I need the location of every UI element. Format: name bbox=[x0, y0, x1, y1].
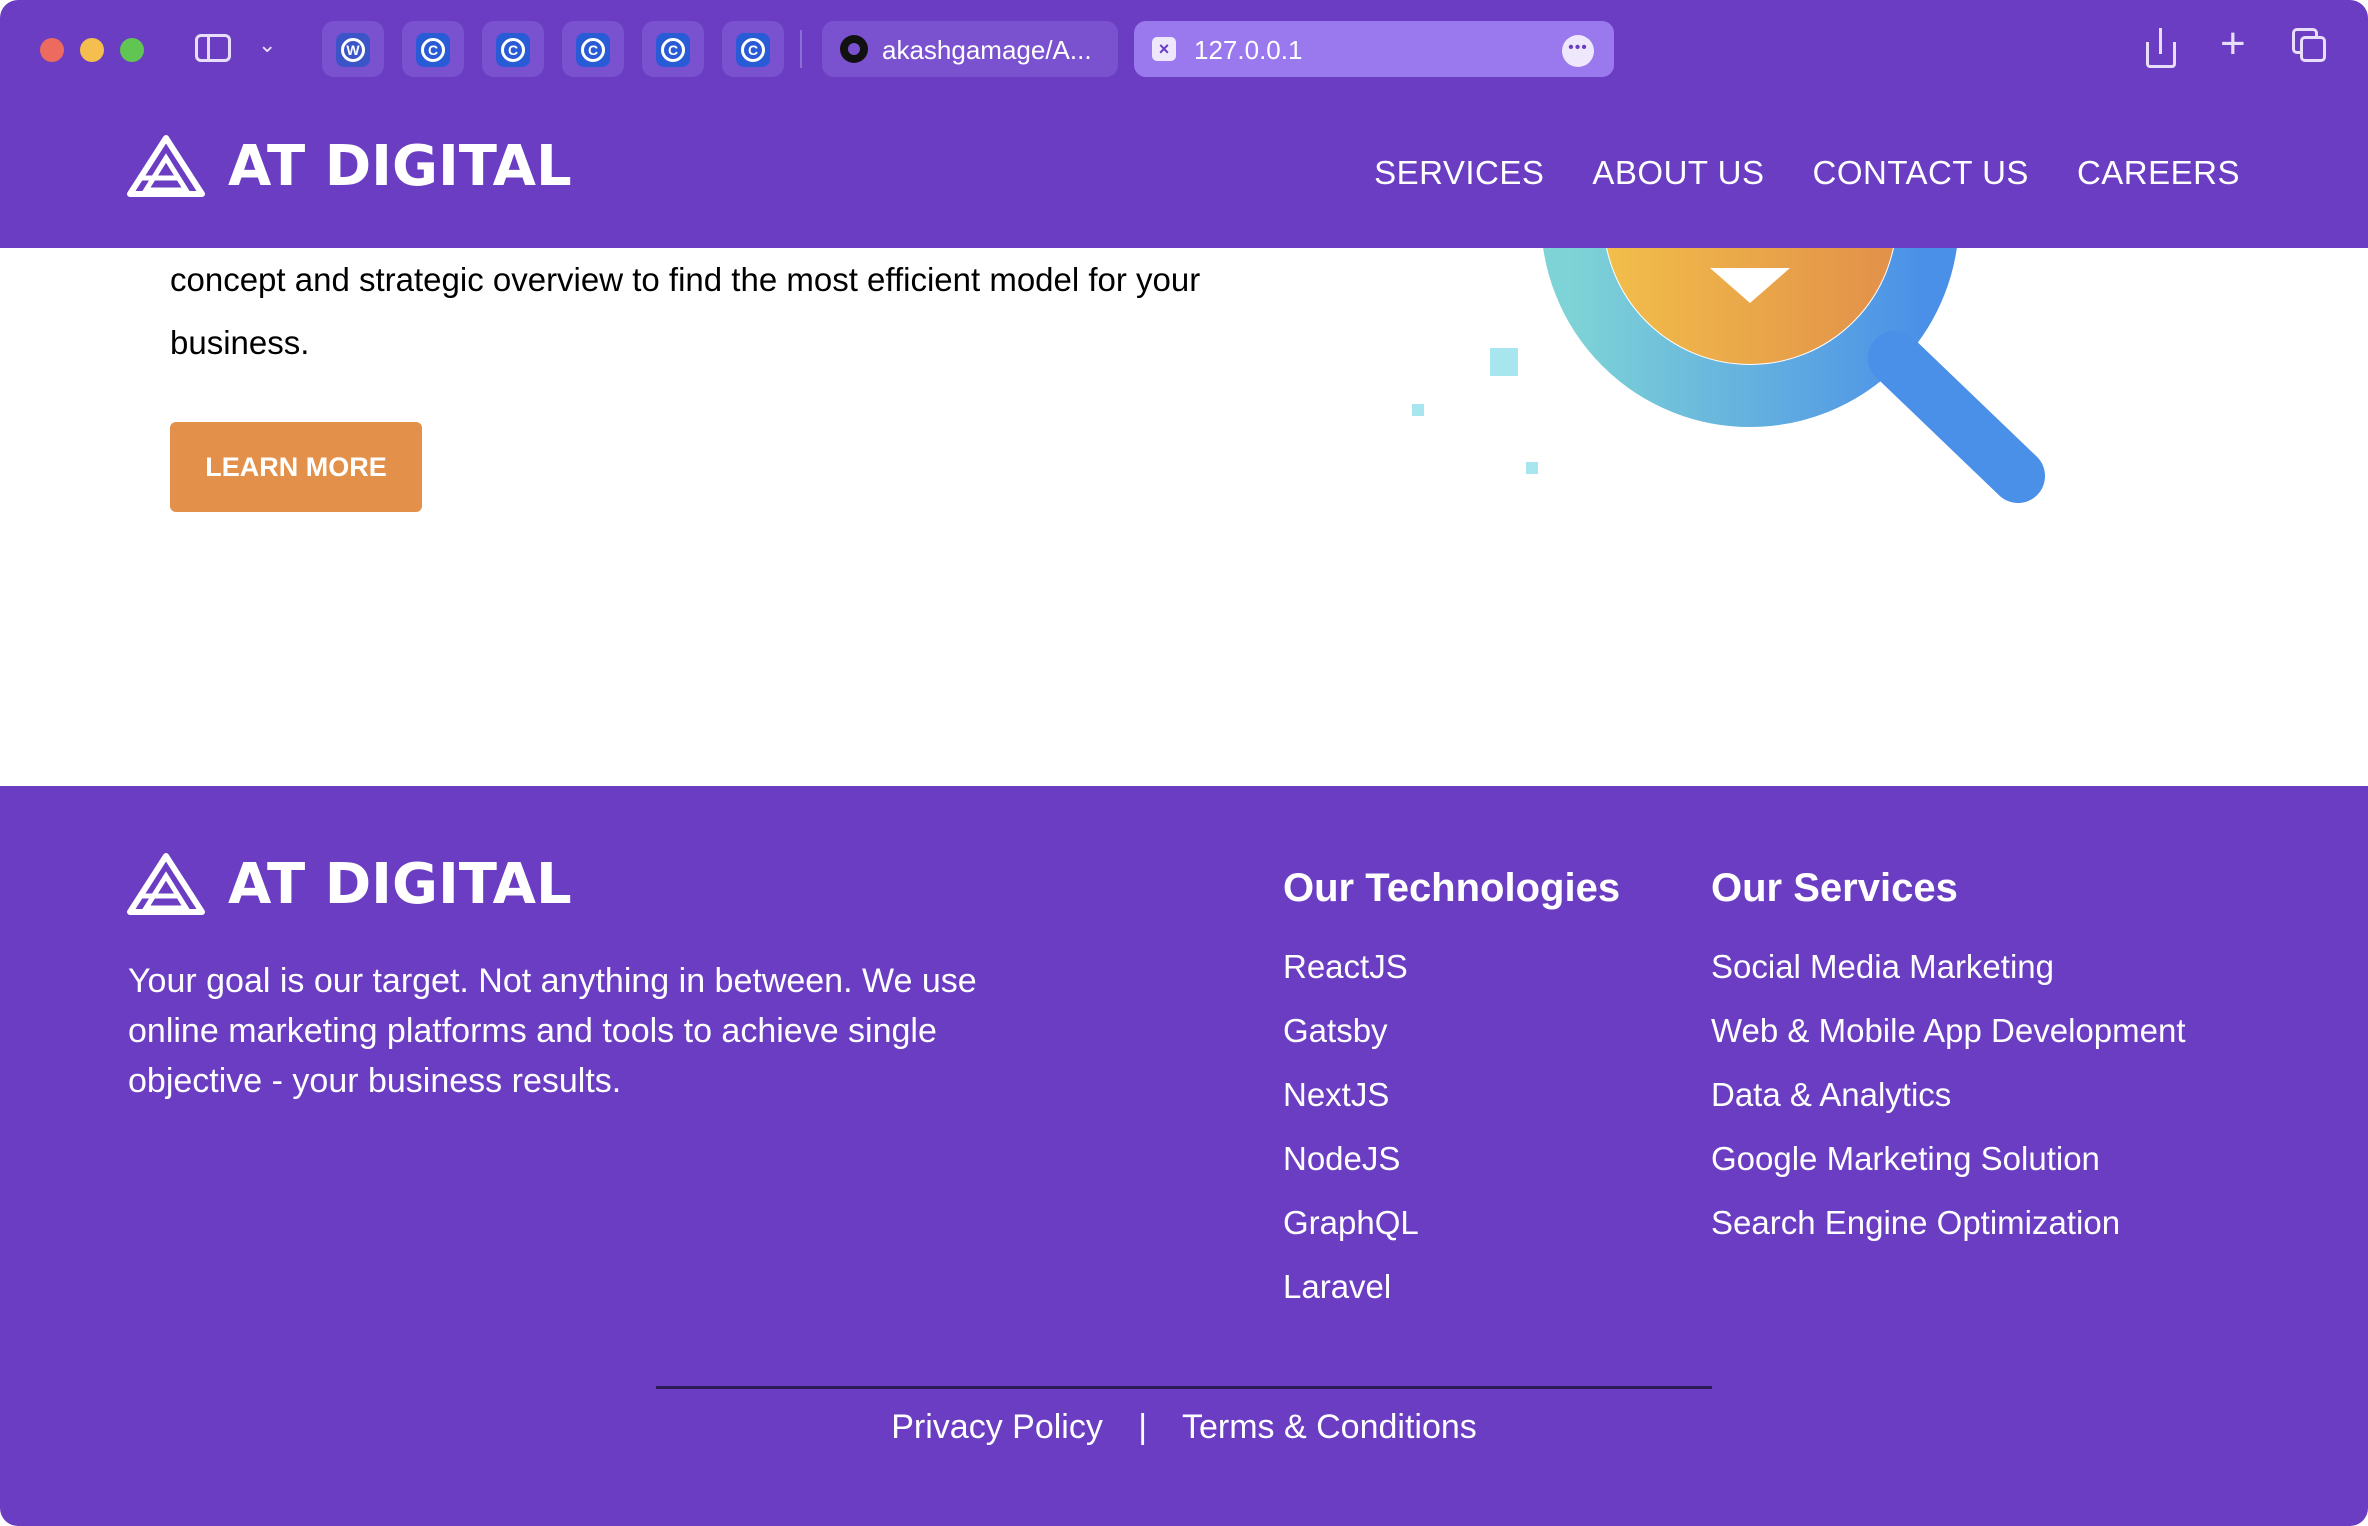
service-link-data-analytics[interactable]: Data & Analytics bbox=[1711, 1063, 2186, 1127]
pinned-tab-3[interactable]: C bbox=[562, 21, 624, 77]
tab-github[interactable]: akashgamage/A... bbox=[822, 21, 1118, 77]
more-options-icon[interactable]: ••• bbox=[1562, 35, 1594, 67]
service-link-seo[interactable]: Search Engine Optimization bbox=[1711, 1191, 2186, 1255]
github-icon bbox=[840, 35, 868, 63]
tab-github-label: akashgamage/A... bbox=[882, 35, 1092, 65]
c-app-icon: C bbox=[736, 33, 770, 67]
share-icon[interactable] bbox=[2146, 28, 2176, 68]
service-link-web-mobile[interactable]: Web & Mobile App Development bbox=[1711, 999, 2186, 1063]
nav-about-us[interactable]: ABOUT US bbox=[1592, 154, 1764, 192]
footer-tagline-line-3: objective - your business results. bbox=[128, 1062, 622, 1100]
magnifier-illustration bbox=[1412, 248, 2045, 503]
close-window-button[interactable] bbox=[40, 38, 64, 62]
technologies-column: Our Technologies ReactJS Gatsby NextJS N… bbox=[1283, 866, 1620, 1319]
pinned-tab-4[interactable]: C bbox=[642, 21, 704, 77]
at-digital-logo-icon bbox=[127, 853, 205, 915]
tech-link-nodejs[interactable]: NodeJS bbox=[1283, 1127, 1620, 1191]
terms-conditions-link[interactable]: Terms & Conditions bbox=[1182, 1408, 1477, 1446]
site-header: AT DIGITAL SERVICES ABOUT US CONTACT US … bbox=[0, 100, 2368, 248]
nav-services[interactable]: SERVICES bbox=[1374, 154, 1544, 192]
footer-logo[interactable]: AT DIGITAL bbox=[126, 851, 572, 917]
pinned-tab-wordpress[interactable]: W bbox=[322, 21, 384, 77]
tab-divider bbox=[800, 30, 802, 68]
technologies-heading: Our Technologies bbox=[1283, 866, 1621, 910]
minimize-window-button[interactable] bbox=[80, 38, 104, 62]
site-footer: AT DIGITAL Your goal is our target. Not … bbox=[0, 786, 2368, 1526]
tab-overview-icon[interactable] bbox=[2292, 28, 2328, 64]
legal-separator: | bbox=[1138, 1408, 1148, 1446]
at-digital-logo-icon bbox=[127, 135, 205, 197]
chevron-down-icon[interactable]: ⌄ bbox=[258, 32, 276, 58]
learn-more-button[interactable]: LEARN MORE bbox=[170, 422, 422, 512]
footer-tagline-line-1: Your goal is our target. Not anything in… bbox=[128, 962, 977, 1000]
footer-tagline-line-2: online marketing platforms and tools to … bbox=[128, 1012, 937, 1050]
nav-contact-us[interactable]: CONTACT US bbox=[1812, 154, 2028, 192]
site-logo-text: AT DIGITAL bbox=[228, 133, 572, 199]
c-app-icon: C bbox=[416, 33, 450, 67]
footer-legal-links: Privacy Policy | Terms & Conditions bbox=[0, 1408, 2368, 1447]
nav-careers[interactable]: CAREERS bbox=[2077, 154, 2240, 192]
pinned-tab-2[interactable]: C bbox=[482, 21, 544, 77]
c-app-icon: C bbox=[496, 33, 530, 67]
service-link-social-media[interactable]: Social Media Marketing bbox=[1711, 935, 2186, 999]
footer-divider bbox=[656, 1386, 1712, 1389]
services-heading: Our Services bbox=[1711, 866, 1958, 910]
wordpress-icon: W bbox=[336, 33, 370, 67]
sidebar-toggle-icon[interactable] bbox=[195, 34, 231, 62]
close-tab-icon[interactable]: × bbox=[1152, 37, 1176, 61]
zoom-window-button[interactable] bbox=[120, 38, 144, 62]
pinned-tab-1[interactable]: C bbox=[402, 21, 464, 77]
hero-line-2: business. bbox=[170, 324, 310, 361]
tech-link-graphql[interactable]: GraphQL bbox=[1283, 1191, 1620, 1255]
browser-window: ⌄ W C C C C C akashgamage/A... × 127.0.0… bbox=[0, 0, 2368, 1526]
site-logo[interactable]: AT DIGITAL bbox=[126, 133, 572, 199]
browser-tab-bar: ⌄ W C C C C C akashgamage/A... × 127.0.0… bbox=[0, 0, 2368, 100]
tech-link-laravel[interactable]: Laravel bbox=[1283, 1255, 1620, 1319]
tab-active-label: 127.0.0.1 bbox=[1194, 35, 1303, 65]
hero-line-1: concept and strategic overview to find t… bbox=[170, 261, 1201, 298]
pinned-tab-5[interactable]: C bbox=[722, 21, 784, 77]
privacy-policy-link[interactable]: Privacy Policy bbox=[891, 1408, 1103, 1446]
main-nav: SERVICES ABOUT US CONTACT US CAREERS bbox=[1374, 154, 2240, 192]
c-app-icon: C bbox=[576, 33, 610, 67]
c-app-icon: C bbox=[656, 33, 690, 67]
footer-logo-text: AT DIGITAL bbox=[228, 851, 572, 917]
footer-tagline: Your goal is our target. Not anything in… bbox=[128, 956, 1028, 1106]
services-column: Our Services Social Media Marketing Web … bbox=[1711, 866, 2186, 1255]
tech-link-reactjs[interactable]: ReactJS bbox=[1283, 935, 1620, 999]
tab-active-localhost[interactable]: × 127.0.0.1 ••• bbox=[1134, 21, 1614, 77]
tech-link-nextjs[interactable]: NextJS bbox=[1283, 1063, 1620, 1127]
tech-link-gatsby[interactable]: Gatsby bbox=[1283, 999, 1620, 1063]
hero-description: concept and strategic overview to find t… bbox=[170, 248, 1370, 374]
new-tab-icon[interactable]: + bbox=[2220, 22, 2246, 66]
service-link-google-marketing[interactable]: Google Marketing Solution bbox=[1711, 1127, 2186, 1191]
